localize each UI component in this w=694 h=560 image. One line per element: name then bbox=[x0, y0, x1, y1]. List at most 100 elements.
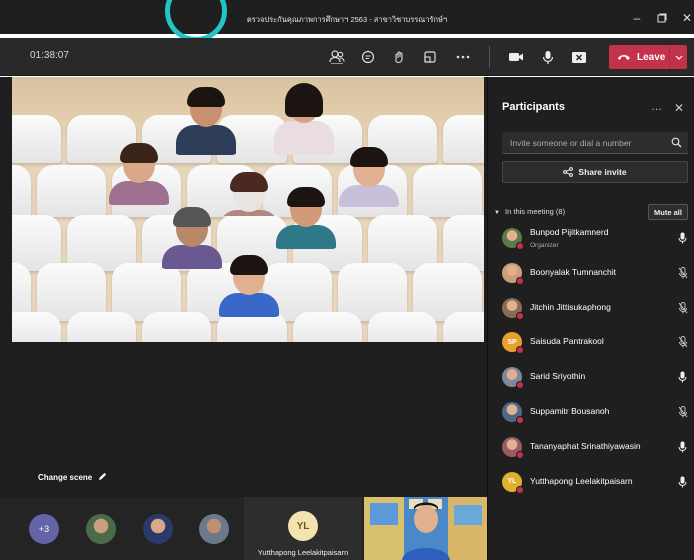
presence-status-dot bbox=[516, 242, 524, 250]
participant-video bbox=[217, 253, 281, 317]
panel-more-button[interactable]: … bbox=[651, 101, 662, 113]
leave-options-button[interactable] bbox=[669, 45, 687, 69]
restore-icon bbox=[657, 13, 667, 23]
presence-status-dot bbox=[516, 485, 524, 494]
together-mode-scene bbox=[12, 77, 484, 342]
mic-muted-indicator[interactable] bbox=[678, 405, 688, 423]
participant-name: Boonyalak Tumnanchit bbox=[530, 266, 616, 277]
people-icon bbox=[329, 50, 345, 64]
participant-row[interactable]: Suppamitr Bousanoh bbox=[488, 397, 694, 427]
chat-button[interactable] bbox=[357, 46, 379, 68]
participant-name: Bunpod Pijitkamnerd bbox=[530, 227, 609, 237]
close-window-button[interactable]: ✕ bbox=[676, 8, 694, 28]
avatar: YL bbox=[288, 511, 318, 541]
panel-title: Participants bbox=[502, 101, 565, 113]
presence-status-dot bbox=[516, 381, 524, 390]
participant-thumbnail[interactable] bbox=[199, 514, 229, 544]
participant-name: Tananyaphat Srinathiyawasin bbox=[530, 440, 641, 451]
avatar: YL bbox=[502, 471, 524, 494]
self-video-preview[interactable] bbox=[364, 497, 487, 560]
participant-strip: +3 YL Yutthapong Leelakitpaisarn bbox=[0, 497, 487, 560]
participant-video bbox=[337, 145, 401, 207]
participant-video bbox=[272, 81, 336, 155]
share-icon bbox=[563, 167, 574, 177]
invite-box bbox=[502, 132, 688, 154]
mic-on-indicator[interactable] bbox=[678, 440, 687, 458]
hang-up-icon bbox=[618, 55, 630, 60]
search-icon bbox=[671, 137, 682, 148]
section-label: In this meeting (8) bbox=[505, 207, 566, 216]
participant-row[interactable]: Bunpod Pijitkamnerd Organizer bbox=[488, 223, 694, 253]
presence-status-dot bbox=[516, 450, 524, 459]
participant-row[interactable]: Tananyaphat Srinathiyawasin bbox=[488, 432, 694, 462]
ellipsis-icon bbox=[456, 55, 470, 59]
participant-name: Sarid Sriyothin bbox=[530, 371, 586, 382]
chevron-down-icon: ▼ bbox=[494, 210, 500, 216]
avatar bbox=[502, 262, 524, 285]
participant-thumbnail[interactable] bbox=[86, 514, 116, 544]
microphone-muted-icon bbox=[678, 266, 688, 279]
meeting-toolbar: 01:38:07 Leave bbox=[0, 38, 694, 76]
toolbar-divider bbox=[489, 46, 490, 68]
mic-muted-indicator[interactable] bbox=[678, 335, 688, 353]
maximize-button[interactable] bbox=[651, 8, 673, 28]
more-actions-button[interactable] bbox=[452, 46, 474, 68]
breakout-rooms-button[interactable] bbox=[419, 46, 441, 68]
mic-muted-indicator[interactable] bbox=[678, 301, 688, 319]
invite-input[interactable] bbox=[502, 132, 662, 154]
reactions-button[interactable] bbox=[388, 46, 410, 68]
camera-button[interactable] bbox=[505, 46, 527, 68]
share-screen-button[interactable] bbox=[568, 46, 590, 68]
participant-row[interactable]: Sarid Sriyothin bbox=[488, 362, 694, 392]
avatar bbox=[502, 228, 524, 250]
minimize-button[interactable]: – bbox=[626, 8, 648, 28]
participants-panel: Participants … ✕ Share invite ▼ In this … bbox=[487, 77, 694, 560]
meeting-timer: 01:38:07 bbox=[30, 50, 69, 61]
mic-on-indicator[interactable] bbox=[678, 231, 687, 249]
participant-name: Saisuda Pantrakool bbox=[530, 336, 604, 347]
change-scene-button[interactable]: Change scene bbox=[38, 472, 107, 482]
more-participants-badge[interactable]: +3 bbox=[29, 514, 59, 544]
self-video-image bbox=[364, 497, 487, 560]
microphone-muted-icon bbox=[678, 406, 688, 418]
microphone-button[interactable] bbox=[537, 46, 559, 68]
stop-share-icon bbox=[572, 51, 586, 63]
participant-video bbox=[174, 85, 238, 155]
avatar bbox=[502, 367, 524, 390]
panel-close-button[interactable]: ✕ bbox=[674, 101, 684, 115]
microphone-icon bbox=[678, 371, 687, 383]
microphone-icon bbox=[542, 50, 554, 64]
avatar bbox=[502, 436, 524, 459]
mic-muted-indicator[interactable] bbox=[678, 266, 688, 284]
participant-row[interactable]: Jitchin Jittisukaphong bbox=[488, 293, 694, 323]
participant-row[interactable]: YL Yutthapong Leelakitpaisarn bbox=[488, 467, 694, 497]
share-invite-button[interactable]: Share invite bbox=[502, 161, 688, 183]
avatar bbox=[502, 297, 524, 320]
rooms-icon bbox=[424, 51, 436, 63]
participant-thumbnail[interactable] bbox=[143, 514, 173, 544]
in-meeting-section-toggle[interactable]: ▼ In this meeting (8) bbox=[494, 207, 565, 216]
presence-status-dot bbox=[516, 276, 524, 285]
mute-all-button[interactable]: Mute all bbox=[648, 204, 688, 220]
share-invite-label: Share invite bbox=[578, 167, 627, 177]
leave-button[interactable]: Leave bbox=[609, 45, 687, 69]
mic-on-indicator[interactable] bbox=[678, 475, 687, 493]
participant-tile[interactable]: YL Yutthapong Leelakitpaisarn bbox=[244, 497, 362, 560]
microphone-muted-icon bbox=[678, 336, 688, 348]
mic-on-indicator[interactable] bbox=[678, 370, 687, 388]
participant-row[interactable]: Boonyalak Tumnanchit bbox=[488, 258, 694, 288]
participant-name: Jitchin Jittisukaphong bbox=[530, 301, 611, 312]
avatar bbox=[502, 402, 524, 424]
participants-button[interactable] bbox=[326, 46, 348, 68]
participant-video bbox=[107, 141, 171, 205]
participant-row[interactable]: SP Saisuda Pantrakool bbox=[488, 327, 694, 357]
microphone-icon bbox=[678, 476, 687, 488]
avatar: SP bbox=[502, 332, 524, 355]
participant-video bbox=[274, 185, 338, 249]
participant-name: Yutthapong Leelakitpaisarn bbox=[530, 475, 633, 486]
leave-label: Leave bbox=[637, 51, 666, 63]
microphone-muted-icon bbox=[678, 301, 688, 314]
pencil-icon bbox=[99, 472, 107, 480]
microphone-icon bbox=[678, 441, 687, 453]
presence-status-dot bbox=[516, 416, 524, 424]
